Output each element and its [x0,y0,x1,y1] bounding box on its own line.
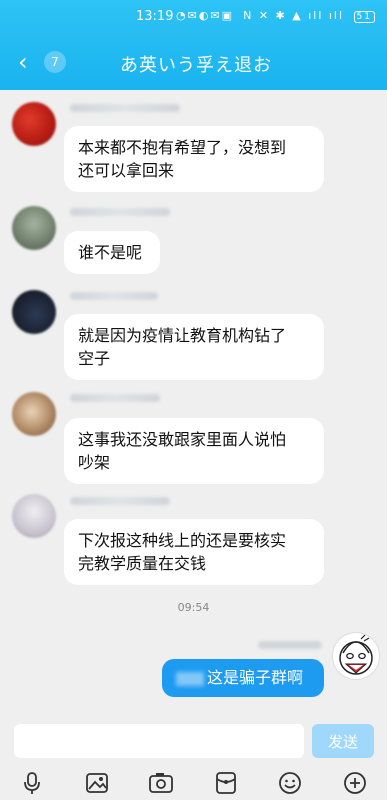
message-bubble[interactable]: 这事我还没敢跟家里面人说怕 吵架 [64,418,324,484]
message-timestamp: 09:54 [177,601,210,614]
avatar[interactable] [12,392,56,436]
send-button[interactable]: 发送 [312,724,374,758]
avatar[interactable] [12,290,56,334]
message-bubble[interactable]: 本来都不抱有希望了，没想到 还可以拿回来 [64,126,324,192]
back-arrow-icon[interactable]: ‹ [18,48,28,76]
chat-toolbar [0,766,387,800]
signal-icons: N ✕ ✱ ▲ ıll ıll [243,9,345,22]
sender-name-redacted [70,394,160,402]
red-packet-icon[interactable] [210,769,242,797]
status-time: 13:19 [136,9,174,24]
message-input[interactable] [14,724,304,758]
chat-header: 13:19 ◔✉◐✉▣ N ✕ ✱ ▲ ıll ıll 51 ‹ 7 あ英いう孚… [0,0,387,90]
sender-name-redacted [70,497,170,505]
message-bubble[interactable]: 谁不是呢 [64,231,160,274]
sender-name-redacted [70,292,158,300]
group-title[interactable]: あ英いう孚え退お [120,51,272,77]
avatar[interactable] [12,102,56,146]
battery-icon: 51 [353,11,375,23]
emoji-icon[interactable] [274,769,306,797]
my-message-bubble[interactable]: 这是骗子群啊 [162,659,324,697]
message-bubble[interactable]: 就是因为疫情让教育机构钻了 空子 [64,314,324,380]
system-icons: N ✕ ✱ ▲ ıll ıll 51 [243,9,375,23]
microphone-icon[interactable] [16,769,48,797]
message-bubble[interactable]: 下次报这种线上的还是要核实 完教学质量在交钱 [64,519,324,585]
my-message-text: 这是骗子群啊 [207,668,304,687]
sender-name-redacted [70,104,180,112]
camera-icon[interactable] [145,769,177,797]
plus-icon[interactable] [339,769,371,797]
my-avatar[interactable] [332,632,380,680]
sender-name-redacted [70,208,170,216]
notification-icons: ◔✉◐✉▣ [176,9,235,22]
avatar[interactable] [12,206,56,250]
redacted-mention [176,671,204,686]
avatar[interactable] [12,494,56,538]
image-icon[interactable] [81,769,113,797]
status-bar: 13:19 ◔✉◐✉▣ N ✕ ✱ ▲ ıll ıll 51 [0,0,387,36]
input-bar: 发送 [0,716,387,766]
cartoon-face-icon [339,634,373,675]
unread-badge[interactable]: 7 [44,51,66,73]
my-name-redacted [258,641,322,649]
nav-bar: ‹ 7 あ英いう孚え退お [0,42,387,82]
